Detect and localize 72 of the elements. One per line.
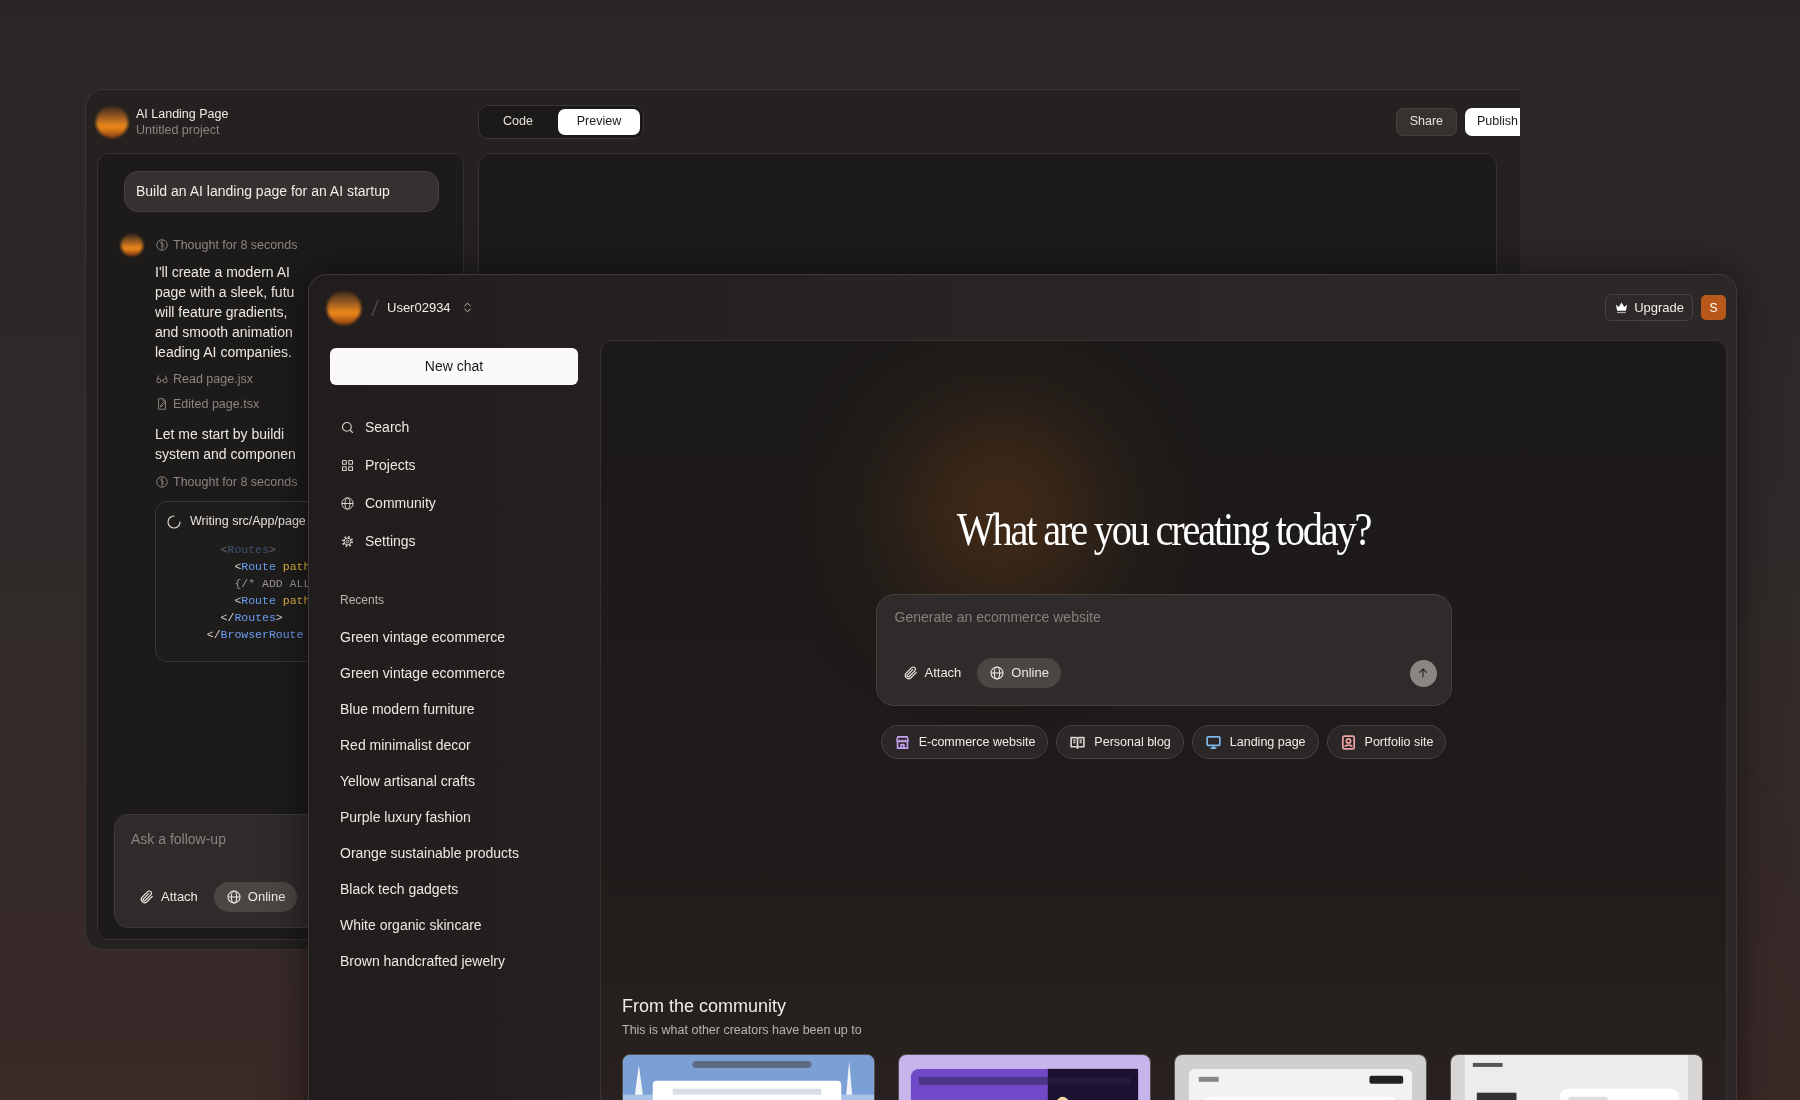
section-title: From the community	[622, 995, 787, 1017]
paperclip-icon	[902, 665, 919, 681]
recent-chat-link[interactable]: Purple luxury fashion	[330, 799, 481, 835]
online-toggle[interactable]: Online	[213, 882, 298, 912]
recent-chat-link[interactable]: Brown handcrafted jewelry	[330, 943, 515, 979]
code-line: </Routes>	[219, 610, 283, 626]
nav-item[interactable]: Projects	[330, 450, 578, 480]
send-button[interactable]	[1409, 659, 1437, 687]
view-tab[interactable]: Code	[482, 108, 554, 135]
recent-chat-link[interactable]: White organic skincare	[330, 907, 492, 943]
share-button[interactable]: Share	[1395, 107, 1457, 136]
page-heading: What are you creating today?	[956, 502, 1371, 557]
attach-button[interactable]: Attach	[127, 882, 210, 912]
code-line: {/* ADD ALL	[233, 576, 311, 592]
user-message: Build an AI landing page for an AI startup	[124, 171, 439, 212]
reply-text-line: leading AI companies.	[155, 343, 292, 362]
suggestion-chip[interactable]: Landing page	[1191, 725, 1319, 759]
globe-icon	[225, 889, 242, 905]
logo-icon	[327, 290, 361, 325]
thought-label: Thought for 8 seconds	[173, 473, 298, 491]
recent-chat-link[interactable]: Blue modern furniture	[330, 691, 485, 727]
user-avatar[interactable]: S	[1701, 295, 1726, 320]
globe-icon	[989, 665, 1006, 681]
paperclip-icon	[139, 889, 155, 905]
recent-chat-link[interactable]: Orange sustainable products	[330, 835, 529, 871]
file-action-label: Read page.jsx	[173, 371, 253, 388]
upgrade-button[interactable]: Upgrade	[1605, 294, 1693, 321]
project-title: AI Landing Page	[136, 105, 229, 122]
project-subtitle: Untitled project	[136, 121, 221, 138]
suggestion-chip[interactable]: E-commerce website	[880, 725, 1049, 759]
logo-icon	[96, 105, 128, 138]
arrow-up-icon	[1416, 666, 1430, 680]
file-action-label: Edited page.tsx	[173, 395, 260, 413]
crown-icon	[1614, 300, 1630, 315]
recent-chat-link[interactable]: Black tech gadgets	[330, 871, 469, 907]
logo-icon	[121, 234, 143, 256]
search-icon	[340, 419, 355, 435]
follow-up-field[interactable]: Ask a follow-up	[131, 829, 281, 850]
spinner-icon	[166, 513, 182, 530]
recent-chat-link[interactable]: Green vintage ecommerce	[330, 619, 515, 655]
section-heading: Recents	[340, 592, 385, 609]
thought-label: Thought for 8 seconds	[173, 236, 298, 254]
reply-text-line: and smooth animation	[155, 323, 293, 342]
file-edit-icon	[155, 397, 169, 412]
reply-text-line: page with a sleek, futu	[155, 283, 295, 302]
nav-item[interactable]: Settings	[330, 526, 578, 556]
grid-icon	[340, 457, 355, 473]
suggestion-chip[interactable]: Personal blog	[1056, 725, 1184, 759]
recent-chat-link[interactable]: Yellow artisanal crafts	[330, 763, 485, 799]
suggestion-chip[interactable]: Portfolio site	[1326, 725, 1447, 759]
nav-item[interactable]: Community	[330, 488, 578, 518]
reply-text-line: I'll create a modern AI	[155, 263, 290, 282]
workspace-switcher[interactable]: User02934	[387, 297, 474, 318]
attach-button[interactable]: Attach	[890, 658, 974, 688]
reply-text-line: will feature gradients,	[155, 303, 288, 322]
recent-chat-link[interactable]: Green vintage ecommerce	[330, 655, 515, 691]
new-chat-button[interactable]: New chat	[330, 348, 578, 385]
code-line: </BrowserRoute	[205, 627, 304, 643]
online-toggle[interactable]: Online	[977, 658, 1061, 688]
code-line: <Routes>	[219, 542, 276, 558]
publish-button[interactable]: Publish	[1465, 107, 1520, 136]
slash-separator-icon	[371, 298, 379, 317]
reply-text-line: Let me start by buildi	[155, 424, 285, 444]
settings-icon	[340, 533, 355, 549]
recent-chat-link[interactable]: Red minimalist decor	[330, 727, 481, 763]
prompt-field[interactable]: Generate an ecommerce website	[894, 607, 1415, 628]
globe-icon	[340, 495, 355, 511]
reply-text-line: system and componen	[155, 444, 296, 464]
section-subtitle: This is what other creators have been up to	[622, 1022, 862, 1039]
writing-label: Writing src/App/page	[190, 513, 306, 531]
view-tab[interactable]: Preview	[558, 108, 640, 135]
nav-item[interactable]: Search	[330, 412, 578, 442]
